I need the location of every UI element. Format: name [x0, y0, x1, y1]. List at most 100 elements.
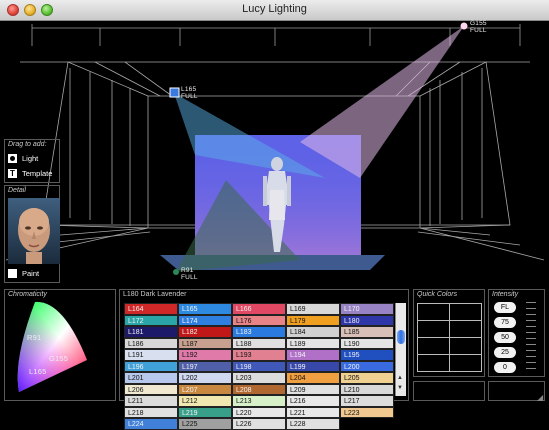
add-light-button[interactable]: Light: [8, 152, 38, 165]
gel-cell-l183[interactable]: L183: [232, 326, 286, 338]
quick-color-slot[interactable]: [417, 320, 450, 338]
l165-fixture: [169, 87, 180, 98]
r91-fixture: [173, 269, 179, 275]
gel-scrollbar-thumb[interactable]: [397, 330, 405, 344]
quick-colors-footer: [413, 381, 485, 401]
gel-cell-l172[interactable]: L172: [124, 314, 178, 326]
intensity-title: Intensity: [492, 291, 519, 298]
chromaticity-diagram[interactable]: [5, 290, 117, 402]
slider-tick: [526, 302, 536, 303]
quick-color-slot[interactable]: [417, 337, 450, 355]
gel-cell-l197[interactable]: L197: [178, 360, 232, 372]
slider-tick: [526, 320, 536, 321]
paint-checkbox-icon: [8, 269, 17, 278]
slider-tick: [526, 314, 536, 315]
selected-gel-label: L180 Dark Lavender: [123, 291, 187, 298]
gel-cell-l187[interactable]: L187: [178, 337, 232, 349]
stage-viewport[interactable]: G155 FULL L165 FULL R91 FULL: [0, 20, 549, 288]
gel-cell-l198[interactable]: L198: [232, 360, 286, 372]
gel-cell-l228[interactable]: L228: [286, 418, 340, 430]
slider-tick: [526, 308, 536, 309]
chromaticity-panel: Chromaticity R91 G155 L165: [4, 289, 116, 401]
scroll-up-icon[interactable]: ▲: [397, 375, 403, 381]
gel-cell-l196[interactable]: L196: [124, 360, 178, 372]
chroma-point-l165[interactable]: L165: [29, 368, 47, 376]
add-template-label: Template: [22, 169, 53, 178]
gel-cell-l205[interactable]: L205: [340, 372, 394, 384]
slider-tick: [526, 356, 536, 357]
gel-cell-l169[interactable]: L169: [286, 303, 340, 315]
slider-tick: [526, 326, 536, 327]
intensity-fl-button[interactable]: FL: [494, 302, 516, 313]
gel-cell-l202[interactable]: L202: [178, 372, 232, 384]
gel-cell-l219[interactable]: L219: [178, 406, 232, 418]
intensity-75-button[interactable]: 75: [494, 317, 516, 328]
gel-cell-l181[interactable]: L181: [124, 326, 178, 338]
gel-cell-l166[interactable]: L166: [232, 303, 286, 315]
scroll-down-icon[interactable]: ▼: [397, 385, 403, 391]
gel-cell-l164[interactable]: L164: [124, 303, 178, 315]
add-light-label: Light: [22, 154, 39, 163]
g155-beam: [300, 26, 464, 178]
gel-cell-l207[interactable]: L207: [178, 383, 232, 395]
gel-cell-l209[interactable]: L209: [286, 383, 340, 395]
template-icon: T: [8, 169, 17, 178]
gel-cell-l176[interactable]: L176: [232, 314, 286, 326]
resize-grip-icon[interactable]: ◢: [537, 393, 543, 402]
gel-cell-l189[interactable]: L189: [286, 337, 340, 349]
gel-cell-l170[interactable]: L170: [340, 303, 394, 315]
intensity-25-button[interactable]: 25: [494, 347, 516, 358]
gel-cell-l184[interactable]: L184: [286, 326, 340, 338]
gel-cell-l199[interactable]: L199: [286, 360, 340, 372]
gel-cell-l190[interactable]: L190: [340, 337, 394, 349]
gel-cell-l220[interactable]: L220: [232, 406, 286, 418]
slider-tick: [526, 332, 536, 333]
gel-cell-l200[interactable]: L200: [340, 360, 394, 372]
gel-cell-l203[interactable]: L203: [232, 372, 286, 384]
quick-color-slot[interactable]: [449, 303, 482, 321]
chroma-point-g155[interactable]: G155: [49, 355, 68, 363]
gel-cell-l206[interactable]: L206: [124, 383, 178, 395]
quick-color-slot[interactable]: [449, 337, 482, 355]
gel-cell-l192[interactable]: L192: [178, 349, 232, 361]
gel-cell-l194[interactable]: L194: [286, 349, 340, 361]
intensity-0-button[interactable]: 0: [494, 362, 516, 373]
gel-cell-l208[interactable]: L208: [232, 383, 286, 395]
gel-cell-l204[interactable]: L204: [286, 372, 340, 384]
paint-label: Paint: [22, 269, 40, 278]
gel-cell-l210[interactable]: L210: [340, 383, 394, 395]
gel-cell-l165[interactable]: L165: [178, 303, 232, 315]
gel-cell-l179[interactable]: L179: [286, 314, 340, 326]
chroma-point-r91[interactable]: R91: [27, 334, 41, 342]
add-template-button[interactable]: T Template: [8, 167, 52, 180]
gel-cell-l218[interactable]: L218: [124, 406, 178, 418]
gel-cell-l180[interactable]: L180: [340, 314, 394, 326]
quick-color-slot[interactable]: [417, 303, 450, 321]
gel-cell-l174[interactable]: L174: [178, 314, 232, 326]
quick-color-slot[interactable]: [449, 354, 482, 372]
l165-label: L165 FULL: [181, 86, 198, 100]
gel-cell-l188[interactable]: L188: [232, 337, 286, 349]
gel-cell-l191[interactable]: L191: [124, 349, 178, 361]
gel-cell-l221[interactable]: L221: [286, 406, 340, 418]
window-titlebar: Lucy Lighting: [0, 0, 549, 21]
gel-cell-l195[interactable]: L195: [340, 349, 394, 361]
intensity-50-button[interactable]: 50: [494, 332, 516, 343]
paint-button[interactable]: Paint: [8, 267, 39, 280]
quick-color-slot[interactable]: [449, 320, 482, 338]
slider-tick: [526, 338, 536, 339]
g155-label: G155 FULL: [470, 20, 487, 34]
gel-cell-l224[interactable]: L224: [124, 418, 178, 430]
gel-cell-l193[interactable]: L193: [232, 349, 286, 361]
gel-cell-l223[interactable]: L223: [340, 406, 394, 418]
gel-cell-l182[interactable]: L182: [178, 326, 232, 338]
quick-color-slot[interactable]: [417, 354, 450, 372]
gel-cell-l185[interactable]: L185: [340, 326, 394, 338]
gel-scrollbar[interactable]: ▲ ▼: [395, 303, 406, 396]
gel-cell-l186[interactable]: L186: [124, 337, 178, 349]
gel-cell-l201[interactable]: L201: [124, 372, 178, 384]
drag-to-add-panel: Drag to add: Light T Template: [4, 139, 60, 183]
gel-cell-l226[interactable]: L226: [232, 418, 286, 430]
gel-cell-l225[interactable]: L225: [178, 418, 232, 430]
gel-grid: L164 L165 L166 L169 L170 L172 L174 L176 L179 L180…: [124, 303, 394, 430]
